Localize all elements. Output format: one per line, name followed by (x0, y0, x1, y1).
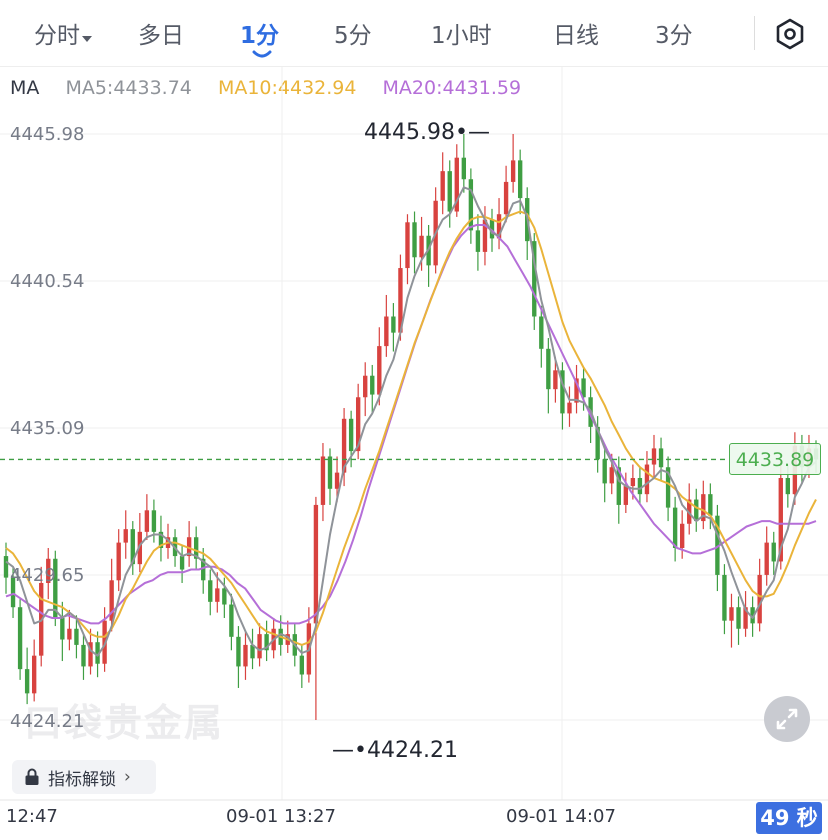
candle-down (74, 628, 79, 645)
current-price-tag: 4433.89 (729, 443, 821, 476)
lock-icon (25, 768, 39, 785)
candle-up (243, 644, 248, 667)
candle-down (24, 669, 30, 694)
candle-down (208, 580, 213, 602)
countdown-timer: 49 秒 (756, 802, 822, 834)
candle-down (637, 478, 643, 495)
candle-down (722, 574, 727, 621)
high-price-annotation: 4445.98•— (364, 120, 490, 145)
candle-up (116, 542, 121, 581)
candle-down (222, 588, 227, 605)
candle-down (348, 418, 354, 452)
candle-down (461, 157, 467, 180)
chevron-right-icon: › (124, 767, 131, 787)
candle-down (391, 316, 396, 333)
candle-up (553, 370, 558, 390)
price-axis-label: 4440.54 (10, 271, 85, 292)
candle-up (440, 171, 445, 201)
expand-button[interactable] (764, 696, 810, 742)
candle-up (503, 181, 509, 215)
candle-up (377, 346, 382, 395)
candle-down (771, 542, 776, 562)
candle-up (384, 316, 389, 347)
candle-up (630, 478, 636, 487)
candle-down (546, 348, 551, 390)
candle-down (658, 448, 664, 468)
candle-down (672, 507, 678, 548)
candle-up (679, 523, 685, 548)
candle-up (651, 448, 657, 465)
candle-up (405, 222, 410, 269)
candle-up (609, 467, 614, 484)
price-axis-label: 4424.21 (10, 711, 85, 732)
candle-down (236, 636, 241, 667)
low-marker: —• (332, 738, 367, 763)
candle-down (327, 456, 333, 489)
candle-down (60, 617, 65, 640)
candle-up (623, 486, 629, 505)
time-axis-label: 12:47 (6, 806, 58, 827)
candle-down (736, 607, 741, 629)
candle-down (412, 222, 417, 258)
candle-down (602, 459, 607, 484)
candle-up (510, 160, 516, 182)
price-axis-label: 4435.09 (10, 418, 85, 439)
candles-layer (3, 134, 819, 720)
candle-up (757, 574, 762, 624)
time-axis-label: 09-01 14:07 (506, 806, 616, 827)
candle-up (567, 402, 572, 414)
candle-up (320, 456, 326, 505)
candle-down (539, 316, 544, 349)
candle-down (475, 230, 481, 252)
candle-down (708, 494, 713, 516)
candle-up (144, 510, 150, 532)
candle-down (3, 556, 9, 578)
candle-up (729, 607, 734, 621)
candle-up (764, 542, 769, 575)
candle-up (67, 628, 72, 640)
candle-up (644, 464, 650, 495)
time-axis-label: 09-01 13:27 (226, 806, 336, 827)
price-axis-label: 4429.65 (10, 565, 85, 586)
candle-down (517, 160, 523, 199)
candle-down (370, 375, 375, 395)
candle-down (229, 604, 234, 637)
candle-down (17, 607, 23, 670)
ma5-line (5, 186, 817, 657)
high-marker: •— (454, 120, 490, 145)
indicator-unlock-label: 指标解锁 (48, 769, 116, 790)
candle-down (299, 655, 305, 675)
candle-up (363, 375, 368, 398)
candle-up (419, 235, 424, 258)
chart-grid (0, 66, 828, 801)
candle-up (123, 529, 128, 543)
candle-down (151, 510, 157, 532)
candle-up (313, 504, 319, 624)
candle-down (179, 556, 185, 570)
candle-up (31, 655, 37, 694)
indicator-unlock-button[interactable]: 指标解锁 › (12, 760, 156, 794)
low-price-annotation: —•4424.21 (332, 738, 458, 763)
candle-down (785, 478, 791, 495)
candle-down (81, 644, 86, 667)
expand-icon (776, 708, 798, 730)
candle-up (215, 588, 220, 602)
candle-down (447, 171, 452, 212)
candle-up (334, 472, 340, 489)
ma-lines-layer (5, 186, 817, 657)
price-axis-label: 4445.98 (10, 124, 85, 145)
candle-up (257, 634, 262, 659)
